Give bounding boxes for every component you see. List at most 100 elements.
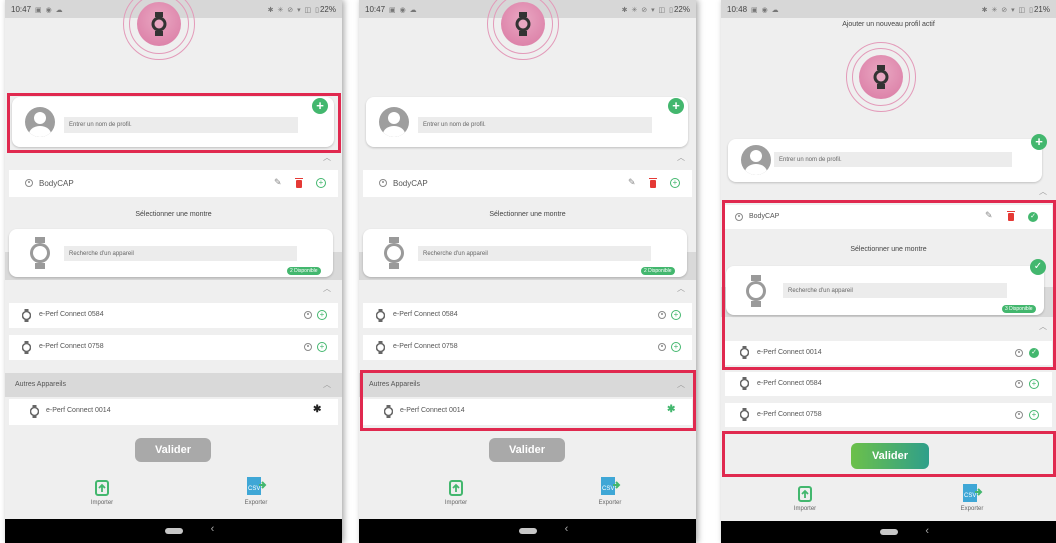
add-device-button[interactable]: +	[317, 342, 327, 352]
add-device-button[interactable]: +	[1029, 410, 1039, 420]
device-search-input[interactable]: Recherche d'un appareil	[64, 246, 297, 261]
add-device-button[interactable]: +	[671, 342, 681, 352]
back-chevron-icon[interactable]: ‹	[211, 523, 215, 535]
add-profile-button[interactable]: +	[668, 98, 684, 114]
profile-name-label: BodyCAP	[393, 179, 428, 188]
svg-text:CSV: CSV	[248, 486, 260, 492]
phone-screen-2: 10:47 ▣ ◉ ☁ ✱ ✳ ⊘ ▾ ◫ ▯22% Entrer un nom …	[359, 0, 696, 543]
device-row[interactable]: e-Perf Connect 0584 +	[363, 303, 692, 328]
select-profile-button[interactable]: +	[316, 178, 326, 188]
device-name: e-Perf Connect 0758	[393, 343, 458, 350]
add-device-button[interactable]: +	[1029, 379, 1039, 389]
profile-name-input[interactable]: Entrer un nom de profil.	[418, 117, 652, 133]
notification-icons: ▣ ◉ ☁	[389, 6, 418, 14]
device-row[interactable]: e-Perf Connect 0584 +	[725, 372, 1052, 396]
import-label: Importer	[90, 500, 114, 506]
battery-level: 21%	[1033, 4, 1050, 14]
device-name: e-Perf Connect 0758	[757, 411, 822, 418]
home-pill-icon[interactable]	[164, 528, 183, 534]
profile-name-label: BodyCAP	[39, 179, 74, 188]
validate-button[interactable]: Valider	[489, 438, 565, 462]
android-nav-bar: ‹	[721, 521, 1056, 543]
home-pill-icon[interactable]	[518, 528, 537, 534]
watch-icon	[22, 309, 31, 322]
profile-row[interactable]: BodyCAP ✎ +	[9, 170, 338, 197]
pencil-icon[interactable]: ✎	[628, 177, 636, 188]
import-icon[interactable]	[798, 486, 812, 502]
import-icon[interactable]	[449, 480, 463, 496]
status-time: 10:47	[11, 4, 32, 14]
avatar-icon	[379, 107, 409, 137]
available-count-badge: 2 Disponible	[287, 267, 321, 275]
profile-name-input[interactable]: Entrer un nom de profil.	[774, 152, 1012, 167]
add-profile-button[interactable]: +	[1031, 134, 1047, 150]
select-profile-button[interactable]: +	[670, 178, 680, 188]
csv-export-icon[interactable]: CSV	[245, 477, 267, 497]
device-search-card: Recherche d'un appareil 2 Disponible	[363, 229, 687, 277]
export-label: Exporter	[244, 500, 268, 506]
device-search-card: Recherche d'un appareil 2 Disponible	[9, 229, 333, 277]
chevron-up-icon[interactable]: ︿	[677, 152, 685, 163]
phone-screen-1: 10:47 ▣ ◉ ☁ ✱ ✳ ⊘ ▾ ◫ ▯22% Entrer un nom …	[5, 0, 342, 543]
watch-icon	[515, 12, 531, 36]
back-chevron-icon[interactable]: ‹	[565, 523, 569, 535]
watch-icon	[384, 237, 404, 269]
watch-icon	[30, 237, 50, 269]
import-label: Importer	[444, 500, 468, 506]
import-label: Importer	[793, 506, 817, 512]
watch-icon	[151, 12, 167, 36]
add-device-button[interactable]: +	[317, 310, 327, 320]
status-time: 10:48	[727, 4, 748, 14]
person-icon	[25, 179, 33, 187]
person-icon	[1015, 380, 1023, 388]
svg-text:CSV: CSV	[602, 486, 614, 492]
system-icons: ✱ ✳ ⊘ ▾ ◫ ▯	[267, 6, 320, 14]
add-device-button[interactable]: +	[671, 310, 681, 320]
csv-export-icon[interactable]: CSV	[599, 477, 621, 497]
other-devices-title: Autres Appareils	[15, 381, 66, 388]
csv-export-icon[interactable]: CSV	[961, 484, 983, 504]
back-chevron-icon[interactable]: ‹	[925, 525, 929, 537]
other-devices-header[interactable]: Autres Appareils ︿	[5, 373, 342, 397]
trash-icon[interactable]	[295, 178, 303, 188]
avatar-icon	[741, 145, 771, 175]
highlight-profile-and-devices	[722, 200, 1056, 370]
person-icon	[304, 343, 312, 351]
person-icon	[658, 343, 666, 351]
watch-icon	[740, 408, 749, 421]
profile-name-card: Entrer un nom de profil.	[366, 97, 688, 147]
page-title: Ajouter un nouveau profil actif	[842, 21, 935, 28]
person-icon	[304, 311, 312, 319]
android-nav-bar: ‹	[359, 519, 696, 543]
highlight-validate	[722, 431, 1056, 477]
home-pill-icon[interactable]	[879, 529, 898, 535]
device-name: e-Perf Connect 0584	[39, 311, 104, 318]
device-name: e-Perf Connect 0584	[757, 380, 822, 387]
other-device-row[interactable]: e-Perf Connect 0014 ✱	[9, 399, 338, 425]
notification-icons: ▣ ◉ ☁	[751, 6, 780, 14]
select-watch-title: Sélectionner une montre	[489, 211, 566, 218]
person-icon	[1015, 411, 1023, 419]
screenshot-stage: 10:47 ▣ ◉ ☁ ✱ ✳ ⊘ ▾ ◫ ▯22% Entrer un nom …	[0, 0, 1056, 543]
chevron-up-icon[interactable]: ︿	[677, 283, 685, 294]
validate-button[interactable]: Valider	[135, 438, 211, 462]
import-icon[interactable]	[95, 480, 109, 496]
device-row[interactable]: e-Perf Connect 0584 +	[9, 303, 338, 328]
status-bar: 10:48 ▣ ◉ ☁ ✱ ✳ ⊘ ▾ ◫ ▯21%	[721, 0, 1056, 18]
device-row[interactable]: e-Perf Connect 0758 +	[725, 403, 1052, 427]
device-row[interactable]: e-Perf Connect 0758 +	[363, 335, 692, 360]
pencil-icon[interactable]: ✎	[274, 177, 282, 188]
phone-screen-3: 10:48 ▣ ◉ ☁ ✱ ✳ ⊘ ▾ ◫ ▯21% Ajouter un nou…	[721, 0, 1056, 543]
chevron-up-icon[interactable]: ︿	[323, 152, 331, 163]
highlight-profile-input	[7, 93, 341, 153]
profile-row[interactable]: BodyCAP ✎ +	[363, 170, 692, 197]
chevron-up-icon[interactable]: ︿	[323, 379, 331, 390]
device-search-input[interactable]: Recherche d'un appareil	[418, 246, 651, 261]
chevron-up-icon[interactable]: ︿	[1039, 186, 1047, 197]
device-name: e-Perf Connect 0014	[46, 407, 111, 414]
trash-icon[interactable]	[649, 178, 657, 188]
device-row[interactable]: e-Perf Connect 0758 +	[9, 335, 338, 360]
bluetooth-icon[interactable]: ✱	[313, 404, 321, 415]
person-icon	[658, 311, 666, 319]
chevron-up-icon[interactable]: ︿	[323, 283, 331, 294]
